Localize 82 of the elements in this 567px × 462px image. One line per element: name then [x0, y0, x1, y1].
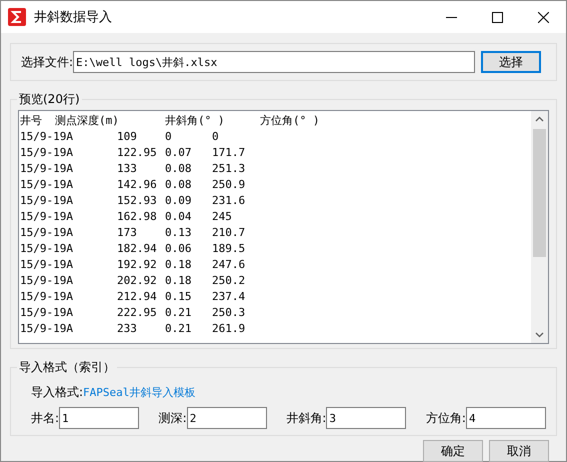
table-cell-text: 0.06 [165, 242, 192, 254]
close-icon [538, 12, 548, 22]
table-cell-text: 15/9-19A [20, 178, 74, 190]
window-title: 井斜数据导入 [34, 9, 113, 26]
table-cell-text: 142.96 [117, 178, 158, 190]
table-cell-text: 15/9-19A [20, 146, 74, 158]
table-cell-text: 0.08 [165, 162, 192, 174]
format-title: 导入格式（索引） [17, 359, 117, 376]
table-cell-text: 0.21 [165, 306, 192, 318]
table-cell-text: 15/9-19A [20, 210, 74, 222]
table-cell-text: 15/9-19A [20, 242, 74, 254]
table-cell-text: 250.2 [212, 274, 246, 286]
file-path-field[interactable]: E:\well logs\井斜.xlsx [73, 51, 476, 73]
scrollbar-thumb[interactable] [533, 129, 546, 257]
index-field[interactable]: 1 [59, 407, 140, 429]
table-cell-text: 0.18 [165, 274, 192, 286]
table-cell-text: 210.7 [212, 226, 246, 238]
table-cell-text: 122.95 [117, 146, 158, 158]
template-link[interactable]: FAPSeal井斜导入模板 [83, 385, 196, 400]
scrollbar[interactable] [531, 111, 548, 343]
table-cell-text: 261.9 [212, 322, 246, 334]
format-label: 导入格式: [31, 384, 84, 401]
table-cell-text: 202.92 [117, 274, 158, 286]
table-cell-text: 0.08 [165, 178, 192, 190]
table-cell-text: 173 [117, 226, 138, 238]
table-cell-text: 0.13 [165, 226, 192, 238]
maximize-icon [492, 12, 502, 22]
field-label: 测深: [158, 410, 187, 426]
table-cell-text: 245 [212, 210, 233, 222]
table-cell-text: 0 [212, 130, 220, 142]
table-cell-text: 15/9-19A [20, 274, 74, 286]
table-cell-text: 0.09 [165, 194, 192, 206]
table-cell-text: 0.21 [165, 322, 192, 334]
table-cell-text: 15/9-19A [20, 258, 74, 270]
table-cell-text: 15/9-19A [20, 130, 74, 142]
table-cell-text: 212.94 [117, 290, 158, 302]
choose-button[interactable]: 选择 [481, 51, 542, 73]
table-cell-text: 231.6 [212, 194, 246, 206]
table-cell-text: 237.4 [212, 290, 246, 302]
table-cell-text: 233 [117, 322, 138, 334]
table-cell-text: 109 [117, 130, 138, 142]
table-cell-text: 0.18 [165, 258, 192, 270]
table-cell-text: 182.94 [117, 242, 158, 254]
index-field[interactable]: 4 [466, 407, 546, 429]
column-header: 井斜角(° ) [165, 112, 226, 128]
column-header: 方位角(° ) [260, 112, 320, 128]
table-cell-text: 15/9-19A [20, 162, 74, 174]
table-cell-text: 0 [165, 130, 173, 142]
table-cell-text: 133 [117, 162, 138, 174]
table-cell-text: 247.6 [212, 258, 246, 270]
table-cell-text: 222.95 [117, 306, 158, 318]
preview-title: 预览(20行) [17, 91, 82, 108]
file-label: 选择文件: [21, 54, 74, 70]
table-cell-text: 250.3 [212, 306, 246, 318]
scroll-down-icon[interactable] [535, 332, 544, 338]
field-label: 井名: [31, 410, 60, 426]
table-cell-text: 0.07 [165, 146, 192, 158]
cancel-button[interactable]: 取消 [489, 440, 549, 462]
table-cell-text: 192.92 [117, 258, 158, 270]
table-cell-text: 250.9 [212, 178, 246, 190]
column-header: 井号 [20, 112, 43, 128]
table-cell-text: 189.5 [212, 242, 246, 254]
index-field[interactable]: 3 [326, 407, 406, 429]
table-cell-text: 162.98 [117, 210, 158, 222]
table-cell-text: 152.93 [117, 194, 158, 206]
index-field[interactable]: 2 [186, 407, 267, 429]
minimize-icon [446, 16, 456, 18]
table-cell-text: 171.7 [212, 146, 246, 158]
table-cell-text: 15/9-19A [20, 290, 74, 302]
ok-button[interactable]: 确定 [423, 440, 483, 462]
column-header: 测点深度(m) [55, 112, 120, 128]
field-label: 方位角: [426, 410, 466, 426]
app-logo-icon [8, 8, 26, 26]
table-cell-text: 0.04 [165, 210, 192, 222]
table-cell-text: 0.15 [165, 290, 192, 302]
scroll-up-icon[interactable] [535, 116, 544, 122]
table-cell-text: 15/9-19A [20, 322, 74, 334]
table-cell-text: 15/9-19A [20, 194, 74, 206]
table-cell-text: 15/9-19A [20, 306, 74, 318]
field-label: 井斜角: [286, 410, 326, 426]
table-cell-text: 15/9-19A [20, 226, 74, 238]
table-cell-text: 251.3 [212, 162, 246, 174]
